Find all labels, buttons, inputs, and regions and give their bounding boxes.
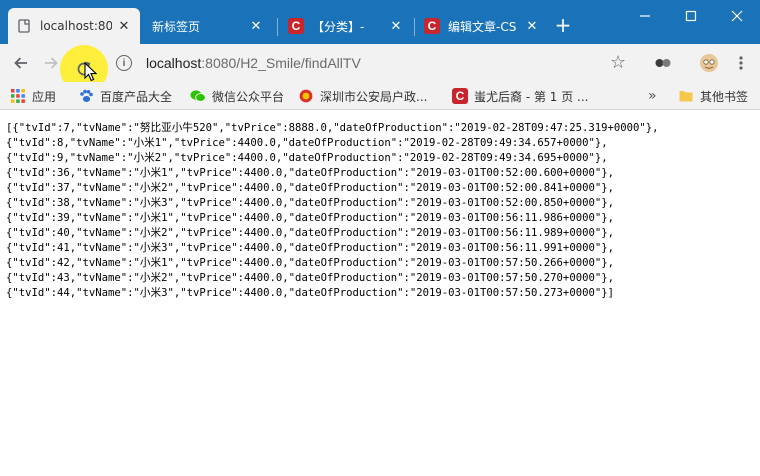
bookmark-label: 其他书签 bbox=[700, 89, 749, 104]
bookmarks-overflow-button[interactable]: » bbox=[648, 87, 657, 105]
bookmark-label: 蚩尤后裔 - 第 1 页 ... bbox=[474, 89, 589, 104]
baidu-paw-icon bbox=[78, 88, 94, 104]
avatar[interactable] bbox=[696, 50, 722, 76]
close-icon[interactable]: ✕ bbox=[248, 18, 264, 34]
bookmark-police[interactable]: 深圳市公安局户政... bbox=[298, 87, 427, 105]
close-icon[interactable]: ✕ bbox=[388, 18, 404, 34]
info-icon[interactable]: i bbox=[116, 55, 132, 71]
minimize-button[interactable] bbox=[622, 0, 668, 32]
bookmarks-bar: 应用 百度产品大全 微信公众平台 深圳市公安局户政... C 蚩尤后裔 - 第 … bbox=[0, 82, 760, 110]
json-line: {"tvId":36,"tvName":"小米1","tvPrice":4400… bbox=[6, 167, 614, 179]
csdn-icon: C bbox=[452, 88, 468, 104]
mouse-cursor-icon bbox=[84, 61, 98, 86]
bookmark-wechat[interactable]: 微信公众平台 bbox=[190, 87, 284, 105]
close-window-button[interactable] bbox=[714, 0, 760, 32]
json-line: {"tvId":43,"tvName":"小米2","tvPrice":4400… bbox=[6, 272, 614, 284]
json-line: {"tvId":41,"tvName":"小米3","tvPrice":4400… bbox=[6, 242, 614, 254]
json-line: {"tvId":9,"tvName":"小米2","tvPrice":4400.… bbox=[6, 152, 608, 164]
json-response: [{"tvId":7,"tvName":"努比亚小牛520","tvPrice"… bbox=[6, 121, 659, 301]
bookmark-chiyou[interactable]: C 蚩尤后裔 - 第 1 页 ... bbox=[452, 87, 588, 105]
url-path: :8080/H2_Smile/findAllTV bbox=[201, 55, 361, 71]
bookmark-apps[interactable]: 应用 bbox=[10, 87, 56, 105]
close-icon[interactable]: ✕ bbox=[524, 18, 540, 34]
tab-new-tab[interactable]: 新标签页 ✕ bbox=[144, 8, 272, 44]
tab-edit-article[interactable]: C 编辑文章-CS ✕ bbox=[416, 8, 548, 44]
tab-separator bbox=[277, 18, 278, 36]
apps-grid-icon bbox=[10, 88, 26, 104]
json-line: [{"tvId":7,"tvName":"努比亚小牛520","tvPrice"… bbox=[6, 122, 659, 134]
json-line: {"tvId":37,"tvName":"小米2","tvPrice":4400… bbox=[6, 182, 614, 194]
json-line: {"tvId":42,"tvName":"小米1","tvPrice":4400… bbox=[6, 257, 614, 269]
extension-icon[interactable] bbox=[650, 50, 676, 76]
star-icon[interactable]: ☆ bbox=[610, 52, 626, 73]
close-icon[interactable]: ✕ bbox=[116, 18, 132, 34]
tab-category[interactable]: C 【分类】- ✕ bbox=[280, 8, 412, 44]
bookmark-label: 微信公众平台 bbox=[212, 89, 285, 104]
json-line: {"tvId":38,"tvName":"小米3","tvPrice":4400… bbox=[6, 197, 614, 209]
police-emblem-icon bbox=[298, 88, 314, 104]
new-tab-button[interactable]: + bbox=[552, 14, 574, 36]
bookmark-baidu[interactable]: 百度产品大全 bbox=[78, 87, 172, 105]
bookmark-label: 深圳市公安局户政... bbox=[320, 89, 428, 104]
csdn-icon: C bbox=[288, 18, 304, 34]
json-line: {"tvId":8,"tvName":"小米1","tvPrice":4400.… bbox=[6, 137, 608, 149]
page-content: [{"tvId":7,"tvName":"努比亚小牛520","tvPrice"… bbox=[0, 111, 760, 476]
tab-label: 【分类】- bbox=[312, 19, 365, 34]
tab-label: localhost:8080 bbox=[40, 19, 112, 33]
overflow-label: » bbox=[648, 88, 657, 104]
tab-label: 编辑文章-CS bbox=[448, 19, 517, 34]
json-line: {"tvId":40,"tvName":"小米2","tvPrice":4400… bbox=[6, 227, 614, 239]
tab-localhost[interactable]: localhost:8080 ✕ bbox=[8, 8, 140, 44]
globe-icon bbox=[16, 18, 32, 34]
folder-icon bbox=[678, 88, 694, 104]
csdn-icon: C bbox=[424, 18, 440, 34]
json-line: {"tvId":39,"tvName":"小米1","tvPrice":4400… bbox=[6, 212, 614, 224]
json-line: {"tvId":44,"tvName":"小米3","tvPrice":4400… bbox=[6, 287, 614, 299]
bookmark-label: 应用 bbox=[32, 89, 57, 104]
maximize-button[interactable] bbox=[668, 0, 714, 32]
menu-icon[interactable] bbox=[728, 50, 754, 76]
tab-label: 新标签页 bbox=[152, 19, 201, 34]
tab-separator bbox=[414, 18, 415, 36]
url-host: localhost bbox=[146, 55, 202, 71]
wechat-icon bbox=[190, 88, 206, 104]
url-text: localhost:8080/H2_Smile/findAllTV bbox=[146, 55, 361, 71]
bookmark-other[interactable]: 其他书签 bbox=[678, 87, 748, 105]
bookmark-label: 百度产品大全 bbox=[100, 89, 173, 104]
back-arrow-icon[interactable] bbox=[8, 50, 34, 76]
address-bar[interactable]: i localhost:8080/H2_Smile/findAllTV bbox=[108, 49, 638, 77]
